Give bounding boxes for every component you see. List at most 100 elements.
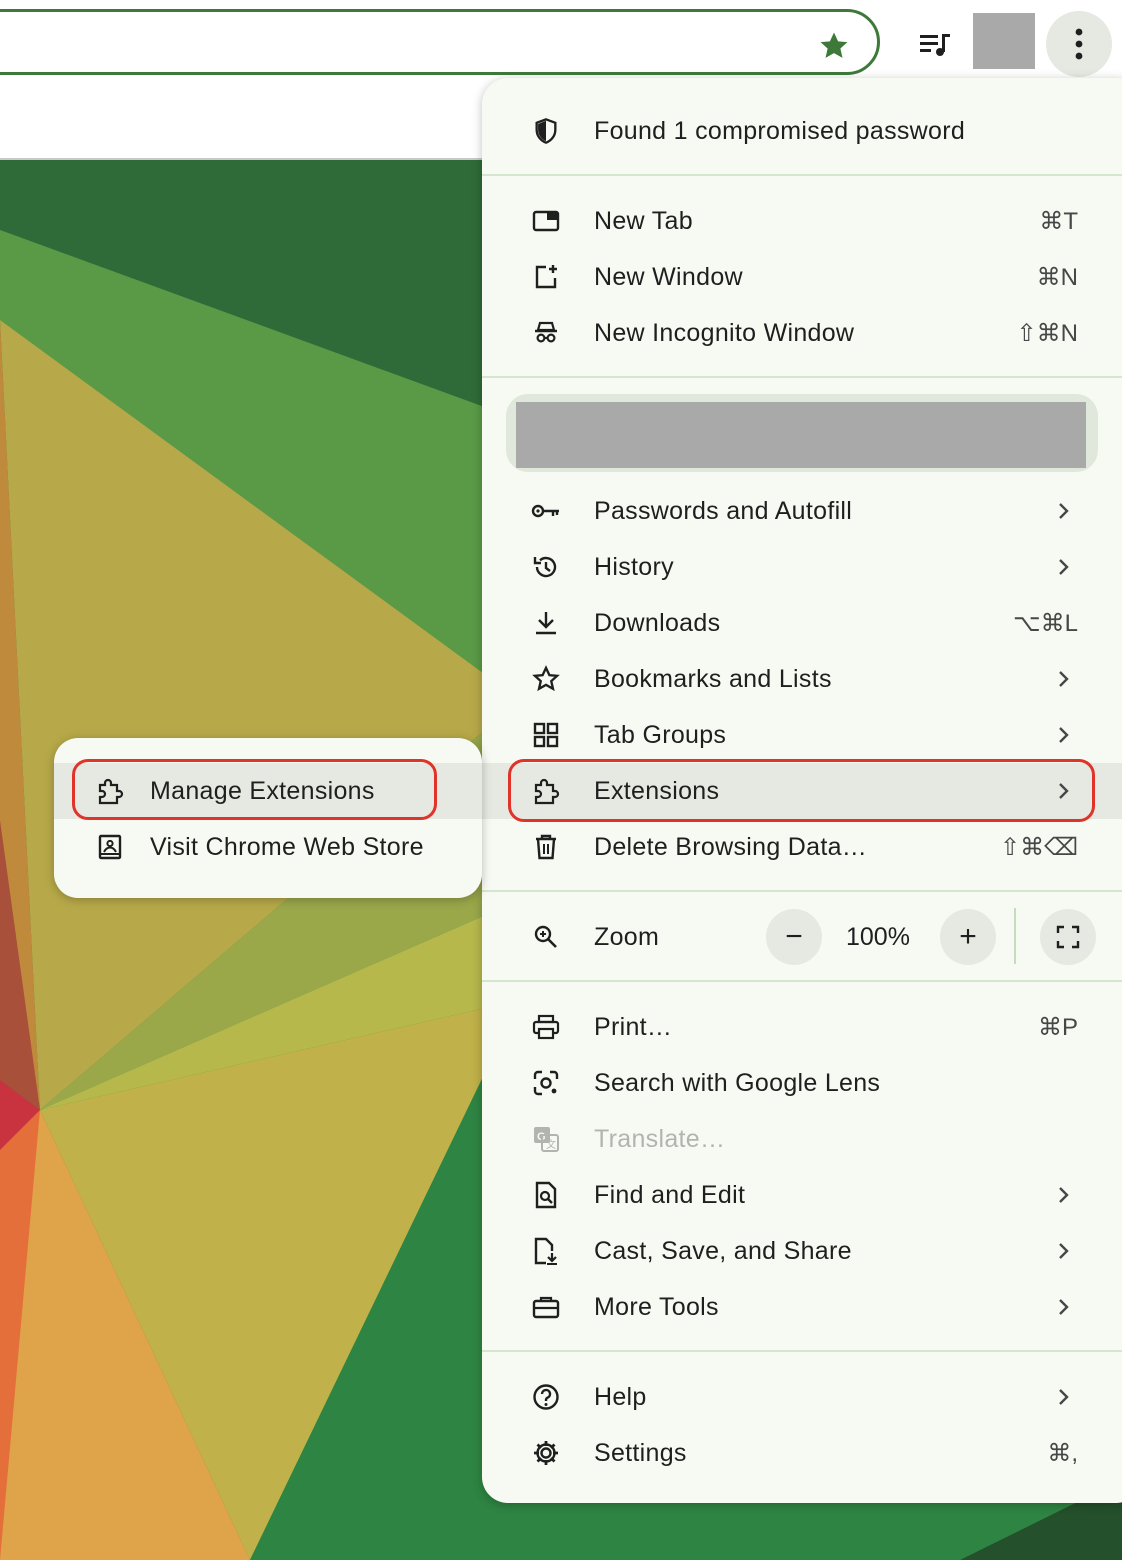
chevron-right-icon — [1052, 1385, 1076, 1409]
menu-item-label: Settings — [594, 1438, 687, 1467]
toolbox-icon — [526, 1287, 566, 1327]
find-in-page-icon — [526, 1175, 566, 1215]
menu-item-label: Bookmarks and Lists — [594, 664, 832, 693]
menu-item-label: Passwords and Autofill — [594, 496, 853, 525]
chevron-right-icon — [1052, 555, 1076, 579]
menu-item-label: New Tab — [594, 206, 693, 235]
shield-icon — [526, 111, 566, 151]
chevron-right-icon — [1052, 1183, 1076, 1207]
address-bar[interactable] — [0, 9, 880, 75]
menu-item-history[interactable]: History — [482, 539, 1122, 595]
menu-item-print[interactable]: Print… ⌘P — [482, 999, 1122, 1055]
menu-item-passwords[interactable]: Passwords and Autofill — [482, 483, 1122, 539]
browser-toolbar — [0, 0, 1122, 90]
page-content-area — [0, 78, 500, 160]
menu-item-label: New Incognito Window — [594, 318, 855, 347]
menu-item-new-window[interactable]: New Window ⌘N — [482, 249, 1122, 305]
zoom-in-label: + — [959, 920, 977, 953]
menu-item-label: Visit Chrome Web Store — [150, 832, 424, 861]
menu-item-label: More Tools — [594, 1292, 719, 1321]
zoom-icon — [526, 917, 566, 957]
menu-item-label: Translate… — [594, 1124, 726, 1153]
zoom-divider — [1014, 908, 1016, 964]
menu-item-translate: G文 Translate… — [482, 1111, 1122, 1167]
menu-item-tab-groups[interactable]: Tab Groups — [482, 707, 1122, 763]
zoom-out-label: − — [785, 920, 803, 953]
help-icon — [526, 1377, 566, 1417]
puzzle-piece-icon — [526, 771, 566, 811]
extensions-submenu: Manage Extensions Visit Chrome Web Store — [54, 738, 482, 898]
menu-divider — [482, 174, 1122, 176]
menu-item-label: Downloads — [594, 608, 721, 637]
menu-item-label: Search with Google Lens — [594, 1068, 881, 1097]
menu-item-label: Help — [594, 1382, 647, 1411]
menu-item-delete-data[interactable]: Delete Browsing Data… ⇧⌘⌫ — [482, 819, 1122, 875]
new-window-icon — [526, 257, 566, 297]
menu-item-zoom: Zoom − 100% + — [482, 909, 1122, 965]
new-tab-icon — [526, 201, 566, 241]
menu-item-label: Extensions — [594, 776, 720, 805]
password-alert-label: Found 1 compromised password — [594, 116, 966, 145]
menu-item-new-incognito[interactable]: New Incognito Window ⇧⌘N — [482, 305, 1122, 361]
menu-item-cast-save-share[interactable]: Cast, Save, and Share — [482, 1223, 1122, 1279]
shortcut-text: ⌘T — [1039, 207, 1078, 235]
chevron-right-icon — [1052, 1239, 1076, 1263]
password-alert-item[interactable]: Found 1 compromised password — [482, 103, 1122, 159]
shortcut-text: ⌥⌘L — [1012, 609, 1078, 637]
menu-item-label: Delete Browsing Data… — [594, 832, 868, 861]
profile-avatar-redacted[interactable] — [973, 13, 1035, 69]
menu-item-label: Tab Groups — [594, 720, 727, 749]
printer-icon — [526, 1007, 566, 1047]
menu-item-label: Cast, Save, and Share — [594, 1236, 852, 1265]
download-icon — [526, 603, 566, 643]
shortcut-text: ⌘N — [1036, 263, 1078, 291]
menu-item-google-lens[interactable]: Search with Google Lens — [482, 1055, 1122, 1111]
zoom-out-button[interactable]: − — [766, 909, 822, 965]
trash-icon — [526, 827, 566, 867]
menu-item-downloads[interactable]: Downloads ⌥⌘L — [482, 595, 1122, 651]
chevron-right-icon — [1052, 667, 1076, 691]
star-outline-icon — [526, 659, 566, 699]
menu-item-label: Print… — [594, 1012, 673, 1041]
menu-item-find-edit[interactable]: Find and Edit — [482, 1167, 1122, 1223]
history-icon — [526, 547, 566, 587]
chevron-right-icon — [1052, 499, 1076, 523]
media-controls-icon[interactable] — [912, 22, 958, 68]
google-lens-icon — [526, 1063, 566, 1103]
menu-item-extensions[interactable]: Extensions — [482, 763, 1122, 819]
puzzle-piece-icon — [90, 771, 130, 811]
submenu-item-visit-store[interactable]: Visit Chrome Web Store — [54, 819, 482, 875]
menu-item-label: History — [594, 552, 674, 581]
zoom-level-value: 100% — [846, 922, 910, 951]
menu-item-more-tools[interactable]: More Tools — [482, 1279, 1122, 1335]
chevron-right-icon — [1052, 779, 1076, 803]
menu-item-new-tab[interactable]: New Tab ⌘T — [482, 193, 1122, 249]
web-store-icon — [90, 827, 130, 867]
shortcut-text: ⌘P — [1037, 1013, 1078, 1041]
bookmark-star-icon[interactable] — [812, 24, 856, 68]
menu-item-settings[interactable]: Settings ⌘, — [482, 1425, 1122, 1481]
cast-save-icon — [526, 1231, 566, 1271]
menu-item-help[interactable]: Help — [482, 1369, 1122, 1425]
chevron-right-icon — [1052, 723, 1076, 747]
profile-redacted-block — [516, 402, 1086, 468]
chrome-main-menu: Found 1 compromised password New Tab ⌘T … — [482, 78, 1122, 1503]
key-icon — [526, 491, 566, 531]
fullscreen-button[interactable] — [1040, 909, 1096, 965]
chevron-right-icon — [1052, 1295, 1076, 1319]
svg-text:文: 文 — [546, 1138, 556, 1151]
shortcut-text: ⇧⌘⌫ — [999, 833, 1078, 861]
submenu-item-manage-extensions[interactable]: Manage Extensions — [54, 763, 482, 819]
more-menu-icon[interactable] — [1046, 11, 1112, 77]
incognito-icon — [526, 313, 566, 353]
menu-divider — [482, 980, 1122, 982]
fullscreen-icon — [1056, 925, 1080, 949]
zoom-in-button[interactable]: + — [940, 909, 996, 965]
gear-icon — [526, 1433, 566, 1473]
menu-item-bookmarks[interactable]: Bookmarks and Lists — [482, 651, 1122, 707]
menu-item-label: Manage Extensions — [150, 776, 375, 805]
shortcut-text: ⇧⌘N — [1016, 319, 1078, 347]
menu-divider — [482, 890, 1122, 892]
shortcut-text: ⌘, — [1047, 1439, 1078, 1467]
profile-card[interactable] — [506, 394, 1098, 472]
